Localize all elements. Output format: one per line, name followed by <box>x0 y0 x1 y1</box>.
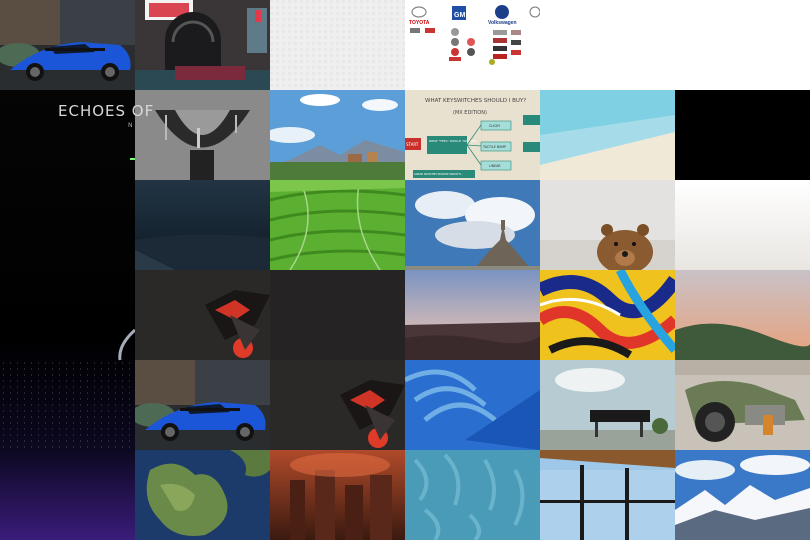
tile-blue-sports-car[interactable] <box>0 0 135 90</box>
tile-blue-feathers[interactable] <box>405 360 540 450</box>
flowchart-tactile: TACTILE BUMP <box>482 145 506 149</box>
tile-white-gradient[interactable] <box>675 180 810 270</box>
vw-label: Volkswagen <box>488 20 517 26</box>
tile-mountain-village[interactable] <box>270 90 405 180</box>
tile-dark-origami-2[interactable] <box>270 360 405 450</box>
tile-graffiti[interactable] <box>540 270 675 360</box>
tile-canyon[interactable] <box>405 270 540 360</box>
tile-fiery-city[interactable] <box>270 450 405 540</box>
tile-blue-sports-car-2[interactable] <box>135 360 270 450</box>
tile-neon-room[interactable] <box>135 0 270 90</box>
tile-rice-terraces[interactable] <box>270 180 405 270</box>
toyota-label: TOYOTA <box>409 20 430 26</box>
echoes-subtitle: N <box>128 122 133 129</box>
tile-dark-ocean[interactable] <box>135 180 270 270</box>
tile-brown-bear[interactable] <box>540 180 675 270</box>
wallpaper-grid: ECHOES OF N TOYOTA GM Volkswagen WHAT KE… <box>0 0 810 540</box>
tile-tropical-leaves[interactable] <box>405 450 540 540</box>
tile-beach-pier[interactable] <box>540 360 675 450</box>
tile-teal-abstract[interactable] <box>540 90 675 180</box>
flowchart-start: START <box>406 142 419 147</box>
tile-glass-balcony[interactable] <box>540 450 675 540</box>
planet-edge <box>118 158 135 361</box>
tile-dark-origami[interactable] <box>135 270 270 360</box>
tile-snowy-mountains[interactable] <box>675 450 810 540</box>
tile-offroad-truck[interactable] <box>675 360 810 450</box>
tile-keyswitch-flowchart[interactable]: WHAT KEYSWITCHES SHOULD I BUY? (MX EDITI… <box>405 90 540 180</box>
flowchart-linear: LINEAR <box>489 164 501 168</box>
echoes-title: ECHOES OF <box>58 102 155 120</box>
flowchart-clicky: CLICKY <box>489 124 500 128</box>
flowchart-subtitle: (MX EDITION) <box>453 110 487 116</box>
tile-melting-sculpture[interactable] <box>135 90 270 180</box>
tile-car-brand-logos[interactable]: TOYOTA GM Volkswagen <box>405 0 540 90</box>
empty-area <box>540 0 810 90</box>
tile-space-column[interactable] <box>0 90 135 540</box>
tile-dark-plain[interactable] <box>270 270 405 360</box>
tile-sunset-hills[interactable] <box>675 270 810 360</box>
tile-ireland-map[interactable] <box>135 450 270 540</box>
tile-mont-saint-michel[interactable] <box>405 180 540 270</box>
flowchart-title: WHAT KEYSWITCHES SHOULD I BUY? <box>425 98 526 104</box>
tile-white-texture[interactable] <box>270 0 405 90</box>
gm-label: GM <box>454 12 465 19</box>
flowchart-footer: LINEAR SWITCHES PROVIDE SMOOTH... <box>414 172 463 176</box>
